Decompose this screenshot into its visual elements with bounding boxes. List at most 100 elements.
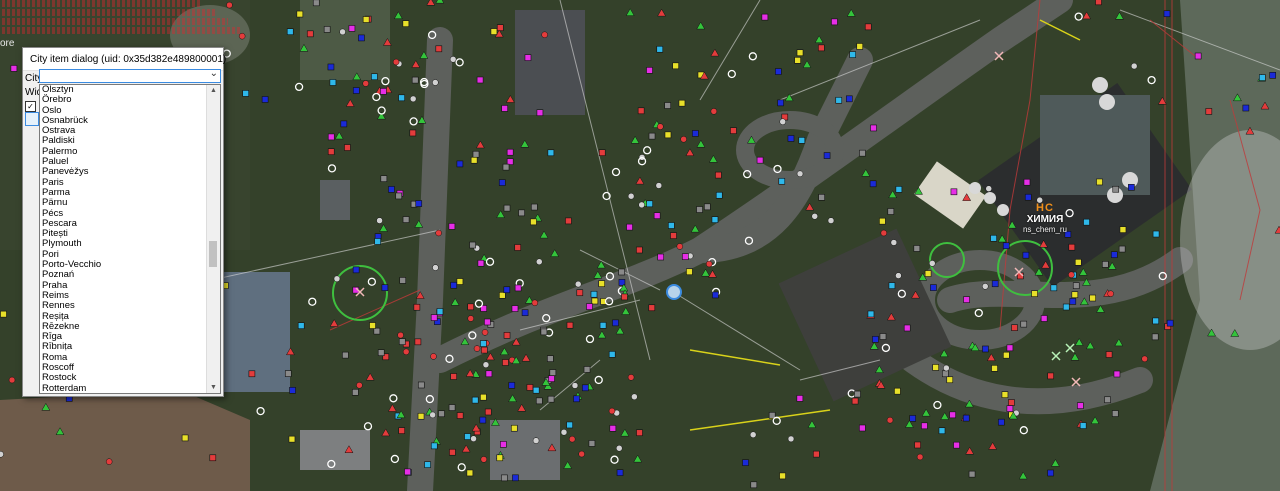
map-marker[interactable] — [450, 281, 458, 289]
map-marker[interactable] — [710, 108, 718, 115]
map-marker[interactable] — [890, 239, 898, 246]
map-marker[interactable] — [895, 186, 903, 193]
map-marker[interactable] — [503, 286, 511, 294]
map-marker[interactable] — [609, 425, 617, 432]
map-marker[interactable] — [887, 208, 895, 215]
city-list-item[interactable]: Rēzekne — [40, 321, 207, 332]
map-marker[interactable] — [574, 280, 582, 288]
map-marker[interactable] — [471, 396, 479, 404]
map-marker[interactable] — [448, 223, 456, 230]
map-marker[interactable] — [411, 76, 419, 84]
city-list-item[interactable]: Pärnu — [40, 197, 207, 208]
map-marker[interactable] — [524, 54, 532, 61]
map-marker[interactable] — [409, 95, 417, 103]
map-marker[interactable] — [342, 351, 349, 359]
map-marker[interactable] — [377, 349, 385, 356]
map-marker[interactable] — [376, 217, 383, 224]
map-marker[interactable] — [467, 303, 474, 311]
map-marker[interactable] — [656, 45, 664, 53]
map-marker[interactable] — [678, 99, 686, 107]
map-marker[interactable] — [578, 450, 585, 458]
map-marker[interactable] — [990, 234, 997, 242]
map-marker[interactable] — [1151, 333, 1159, 341]
map-marker[interactable] — [506, 158, 514, 165]
map-marker[interactable] — [508, 382, 516, 389]
map-marker[interactable] — [798, 137, 806, 144]
map-marker[interactable] — [845, 95, 853, 103]
map-marker[interactable] — [536, 109, 544, 117]
map-marker[interactable] — [598, 149, 606, 156]
map-marker[interactable] — [339, 28, 346, 36]
chevron-down-icon[interactable]: ⌄ — [210, 68, 218, 79]
map-marker[interactable] — [532, 386, 540, 394]
map-marker[interactable] — [646, 200, 653, 208]
map-marker[interactable] — [655, 182, 663, 189]
map-marker[interactable] — [8, 376, 16, 384]
map-marker[interactable] — [467, 315, 475, 322]
map-marker[interactable] — [854, 390, 861, 398]
map-marker[interactable] — [1047, 469, 1054, 477]
map-marker[interactable] — [1102, 261, 1109, 268]
map-marker[interactable] — [1242, 104, 1250, 112]
map-marker[interactable] — [750, 481, 758, 489]
map-marker[interactable] — [414, 338, 422, 346]
map-marker[interactable] — [963, 296, 970, 303]
map-marker[interactable] — [949, 411, 956, 419]
map-marker[interactable] — [547, 149, 555, 157]
map-marker[interactable] — [466, 469, 474, 477]
map-marker[interactable] — [712, 291, 719, 299]
map-marker[interactable] — [476, 76, 484, 84]
map-marker[interactable] — [1071, 291, 1079, 299]
map-marker[interactable] — [482, 361, 490, 369]
map-marker[interactable] — [880, 229, 888, 237]
map-marker[interactable] — [1003, 351, 1010, 359]
map-marker[interactable] — [616, 469, 624, 476]
map-marker[interactable] — [306, 30, 314, 38]
map-marker[interactable] — [1072, 282, 1080, 289]
map-marker[interactable] — [402, 20, 410, 27]
map-marker[interactable] — [432, 264, 439, 271]
map-marker[interactable] — [286, 28, 294, 35]
map-marker[interactable] — [1069, 298, 1077, 305]
map-marker[interactable] — [696, 206, 703, 213]
map-marker[interactable] — [1062, 303, 1070, 311]
map-marker[interactable] — [1269, 72, 1277, 79]
map-marker[interactable] — [1089, 294, 1096, 302]
map-marker[interactable] — [779, 472, 786, 480]
map-marker[interactable] — [870, 124, 877, 132]
map-marker[interactable] — [532, 437, 540, 444]
map-marker[interactable] — [1068, 243, 1076, 251]
map-marker[interactable] — [496, 454, 504, 462]
map-marker[interactable] — [827, 217, 835, 224]
map-marker[interactable] — [480, 346, 488, 354]
map-marker[interactable] — [813, 450, 820, 458]
map-marker[interactable] — [924, 270, 932, 277]
map-marker[interactable] — [787, 135, 795, 142]
map-marker[interactable] — [105, 458, 113, 465]
scroll-thumb[interactable] — [209, 241, 217, 267]
map-marker[interactable] — [1068, 271, 1075, 279]
map-marker[interactable] — [381, 284, 389, 291]
map-marker[interactable] — [672, 62, 679, 70]
map-marker[interactable] — [531, 203, 538, 211]
map-marker[interactable] — [864, 23, 872, 31]
map-marker[interactable] — [991, 365, 998, 372]
map-marker[interactable] — [352, 87, 360, 94]
map-marker[interactable] — [588, 440, 596, 447]
map-marker[interactable] — [849, 51, 856, 58]
map-marker[interactable] — [327, 148, 335, 155]
map-marker[interactable] — [895, 272, 902, 279]
map-marker[interactable] — [879, 333, 887, 340]
map-marker[interactable] — [480, 340, 487, 347]
dialog-button[interactable] — [25, 112, 39, 126]
map-marker[interactable] — [373, 327, 381, 335]
map-marker[interactable] — [356, 382, 363, 389]
map-marker[interactable] — [1105, 351, 1113, 358]
map-marker[interactable] — [1020, 320, 1028, 328]
map-marker[interactable] — [932, 364, 939, 371]
map-marker[interactable] — [1107, 290, 1114, 297]
map-marker[interactable] — [484, 318, 491, 326]
map-marker[interactable] — [599, 322, 607, 329]
map-marker[interactable] — [480, 393, 487, 401]
map-marker[interactable] — [794, 57, 801, 64]
